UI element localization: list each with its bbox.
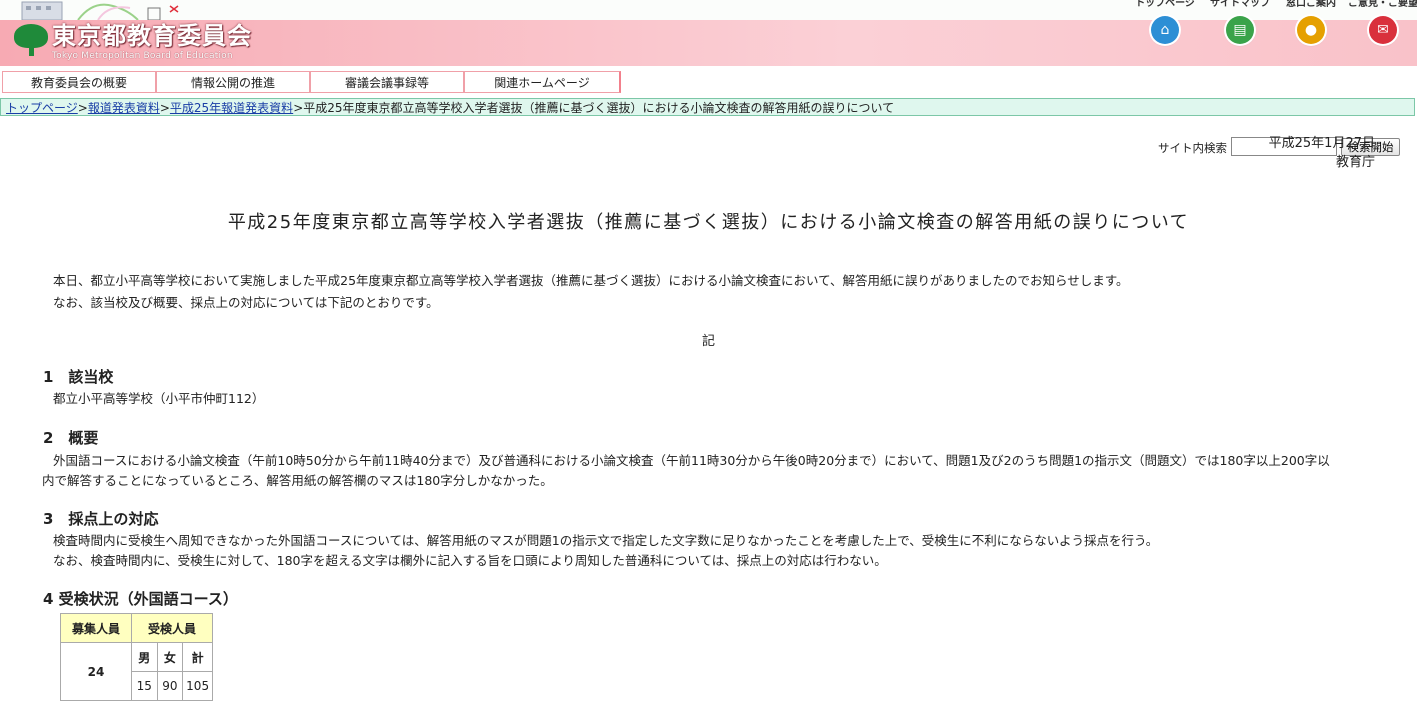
header-illustration: [21, 1, 179, 20]
applicant-table: 募集人員 受検人員 24 男 女 計 15 90 105: [60, 613, 213, 701]
table-subheader: 男: [131, 642, 158, 672]
menu-item-disclosure[interactable]: 情報公開の推進: [156, 71, 310, 93]
section-heading: 4 受検状況（外国語コース）: [43, 590, 238, 608]
table-subheader: 計: [182, 642, 213, 672]
recruit-count: 24: [60, 642, 132, 701]
site-search-label: サイト内検索: [1158, 141, 1227, 155]
breadcrumb-separator: >: [293, 101, 304, 115]
site-logo[interactable]: 東京都教育委員会 Tokyo Metropolitan Board of Edu…: [14, 22, 252, 62]
breadcrumb-current: 平成25年度東京都立高等学校入学者選抜（推薦に基づく選抜）における小論文検査の解…: [303, 101, 895, 115]
header-nav-label: 窓口ご案内: [1286, 0, 1336, 8]
male-count: 15: [131, 671, 158, 701]
section-text: 都立小平高等学校（小平市仲町112）: [53, 391, 265, 406]
section-text: 外国語コースにおける小論文検査（午前10時50分から午前11時40分まで）及び普…: [53, 453, 1330, 468]
section-heading: 3 採点上の対応: [43, 510, 159, 528]
header-nav-info[interactable]: 窓口ご案内 ●: [1276, 0, 1346, 44]
table-header: 受検人員: [131, 613, 213, 643]
ginkgo-logo-icon: [14, 22, 48, 56]
breadcrumb-separator: >: [159, 101, 170, 115]
header-nav-top[interactable]: トップページ ⌂: [1130, 0, 1200, 44]
breadcrumb-link-press[interactable]: 報道発表資料: [88, 101, 160, 115]
header-nav-feedback[interactable]: ご意見・ご要望 ✉: [1348, 0, 1417, 44]
main-menu: 教育委員会の概要 情報公開の推進 審議会議事録等 関連ホームページ サイト内検索…: [0, 67, 1417, 156]
home-icon[interactable]: ⌂: [1151, 16, 1179, 44]
header-nav-label: ご意見・ご要望: [1348, 0, 1417, 8]
site-header: 東京都教育委員会 Tokyo Metropolitan Board of Edu…: [0, 0, 1417, 66]
menu-item-overview[interactable]: 教育委員会の概要: [2, 71, 156, 93]
breadcrumb-link-top[interactable]: トップページ: [6, 101, 78, 115]
section-text: 検査時間内に受検生へ周知できなかった外国語コースについては、解答用紙のマスが問題…: [53, 533, 1159, 548]
header-nav-label: サイトマップ: [1210, 0, 1270, 8]
table-header: 募集人員: [60, 613, 132, 643]
menu-item-minutes[interactable]: 審議会議事録等: [310, 71, 464, 93]
breadcrumb-link-2013[interactable]: 平成25年報道発表資料: [170, 101, 293, 115]
release-date: 平成25年1月27日: [1268, 136, 1375, 151]
logo-title: 東京都教育委員会: [52, 21, 252, 50]
breadcrumb: トップページ>報道発表資料>平成25年報道発表資料>平成25年度東京都立高等学校…: [0, 98, 1415, 116]
table-subheader: 女: [156, 642, 184, 672]
ki-mark: 記: [701, 334, 715, 349]
intro-paragraph: なお、該当校及び概要、採点上の対応については下記のとおりです。: [53, 295, 439, 310]
release-info: 平成25年1月27日 教育庁: [1269, 134, 1375, 172]
menu-item-links[interactable]: 関連ホームページ: [464, 71, 621, 93]
section-heading: 1 該当校: [43, 368, 114, 386]
header-nav-label: トップページ: [1135, 0, 1195, 8]
section-heading: 2 概要: [43, 429, 99, 447]
info-desk-icon[interactable]: ●: [1297, 16, 1325, 44]
breadcrumb-separator: >: [77, 101, 88, 115]
section-text: 内で解答することになっているところ、解答用紙の解答欄のマスは180字分しかなかっ…: [42, 473, 553, 488]
intro-paragraph: 本日、都立小平高等学校において実施しました平成25年度東京都立高等学校入学者選抜…: [53, 273, 1129, 288]
female-count: 90: [156, 671, 184, 701]
header-nav-sitemap[interactable]: サイトマップ ▤: [1205, 0, 1275, 44]
release-org: 教育庁: [1335, 155, 1375, 170]
page-title: 平成25年度東京都立高等学校入学者選抜（推薦に基づく選抜）における小論文検査の解…: [227, 212, 1190, 233]
sitemap-icon[interactable]: ▤: [1226, 16, 1254, 44]
logo-subtitle: Tokyo Metropolitan Board of Education: [52, 51, 233, 61]
total-count: 105: [182, 671, 213, 701]
section-text: なお、検査時間内に、受検生に対して、180字を超える文字は欄外に記入する旨を口頭…: [53, 553, 887, 568]
mailbox-icon[interactable]: ✉: [1369, 16, 1397, 44]
